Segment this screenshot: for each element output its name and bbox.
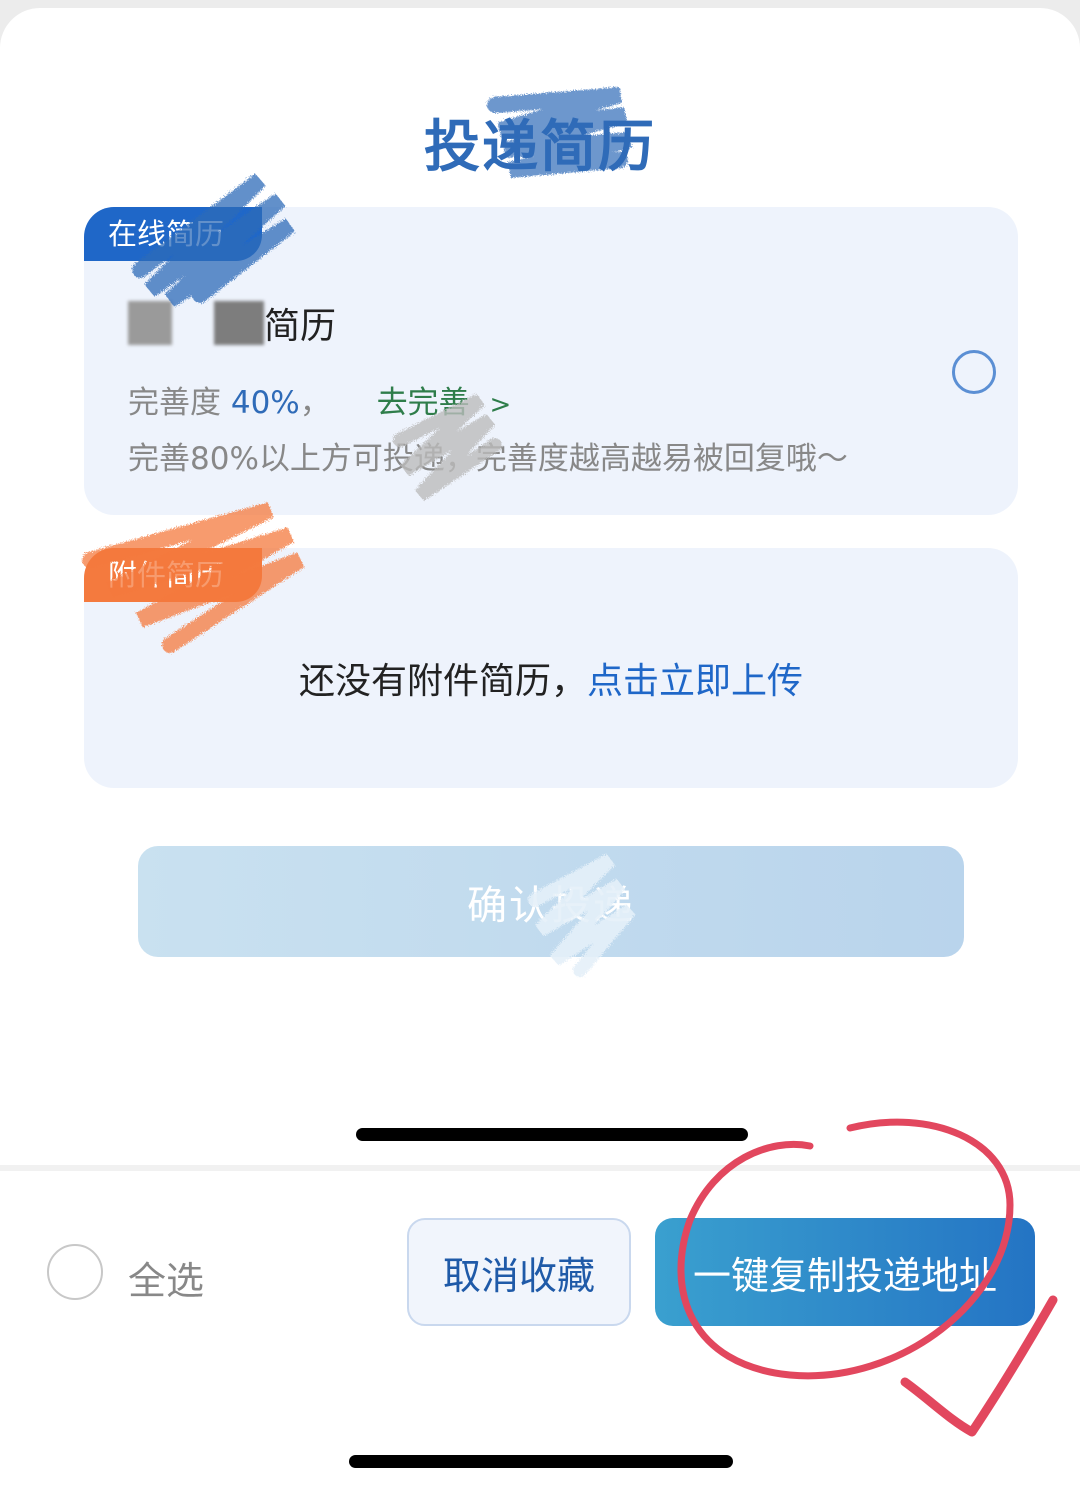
cancel-favorite-button[interactable]: 取消收藏 [407, 1218, 631, 1326]
redacted-name-block [214, 301, 264, 345]
confirm-delivery-button[interactable]: 确认投递 [138, 846, 964, 957]
redacted-name-block [128, 301, 172, 345]
chevron-right-icon[interactable]: > [489, 390, 511, 420]
upload-now-link[interactable]: 点击立即上传 [587, 661, 803, 702]
online-resume-card[interactable]: 在线简历 简历 完善度 40%， 去完善 > 完善80%以上方可投递，完善度越高… [84, 207, 1018, 515]
completion-row: 完善度 40%， 去完善 > [128, 377, 511, 422]
attachment-empty-message: 还没有附件简历，点击立即上传 [84, 652, 1018, 704]
dialog-title: 投递简历 [424, 115, 656, 180]
bottom-bar-divider [0, 1165, 1080, 1171]
attachment-resume-tag: 附件简历 [84, 548, 262, 602]
select-all-checkbox[interactable] [47, 1244, 103, 1300]
home-indicator [356, 1128, 748, 1141]
attachment-resume-card: 附件简历 还没有附件简历，点击立即上传 [84, 548, 1018, 788]
online-resume-tag: 在线简历 [84, 207, 262, 261]
resume-name-suffix: 简历 [264, 306, 337, 347]
resume-delivery-sheet: 投递简历 在线简历 简历 完善度 40%， 去完善 > 完善80%以上方可投递，… [0, 8, 1080, 1491]
attachment-empty-text: 还没有附件简历， [298, 661, 587, 702]
completion-hint: 完善80%以上方可投递，完善度越高越易被回复哦～ [128, 441, 848, 477]
resume-name: 简历 [128, 299, 336, 347]
background-page-peek [90, 8, 280, 13]
improve-link[interactable]: 去完善 [377, 385, 470, 421]
select-all-label[interactable]: 全选 [128, 1250, 204, 1305]
completion-value: 40% [230, 385, 300, 421]
completion-label: 完善度 [128, 385, 221, 421]
home-indicator [349, 1455, 733, 1468]
radio-unchecked-icon[interactable] [952, 350, 996, 394]
copy-delivery-address-button[interactable]: 一键复制投递地址 [655, 1218, 1035, 1326]
completion-comma: ， [299, 385, 331, 421]
